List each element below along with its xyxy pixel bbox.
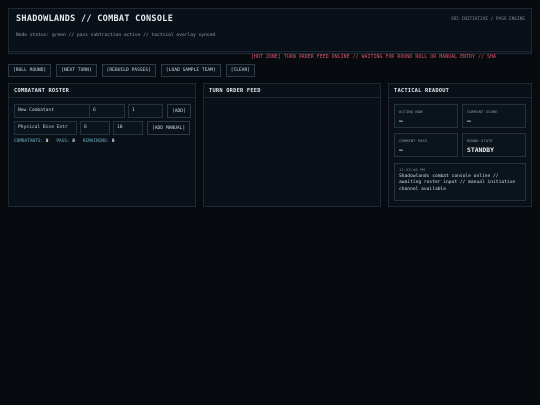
acting-now-label: ACTING NOW <box>399 109 423 114</box>
clear-button[interactable]: [CLEAR] <box>225 64 256 77</box>
page-title: SHADOWLANDS // COMBAT CONSOLE <box>16 14 174 24</box>
dice-input[interactable]: 1 <box>128 104 163 118</box>
console-log-entry: 11:23:46 PM Shadowlands combat console o… <box>394 163 526 201</box>
round-state-value: STANDBY <box>467 146 494 154</box>
tactical-readout-panel: TACTICAL READOUT ACTING NOW — CURRENT SC… <box>388 83 532 207</box>
load-sample-team-button[interactable]: [LOAD SAMPLE TEAM] <box>160 64 221 77</box>
acting-now-card: ACTING NOW — <box>394 104 458 128</box>
remaining-label: REMAINING: <box>82 139 110 144</box>
manual-dice-input[interactable]: 10 <box>113 121 143 135</box>
add-manual-button[interactable]: [ADD MANUAL] <box>147 121 191 135</box>
feed-heading: TURN ORDER FEED <box>204 84 380 98</box>
console-header: SHADOWLANDS // COMBAT CONSOLE SR5 INITIA… <box>8 8 532 60</box>
pass-count: 0 <box>72 139 75 144</box>
round-state-label: ROUND STATE <box>467 138 493 143</box>
toolbar: [ROLL ROUND] [NEXT TURN] [REBUILD PASSES… <box>8 64 256 77</box>
current-score-value: — <box>467 117 471 125</box>
roll-round-button[interactable]: [ROLL ROUND] <box>8 64 52 77</box>
alert-ticker: [HOT ZONE] TURN ORDER FEED ONLINE // WAI… <box>9 51 531 64</box>
add-button[interactable]: [ADD] <box>167 104 191 118</box>
engine-subtitle: SR5 INITIATIVE / PASS ENGINE <box>450 17 525 22</box>
round-state-card: ROUND STATE STANDBY <box>462 133 526 157</box>
next-turn-button[interactable]: [NEXT TURN] <box>56 64 97 77</box>
node-status: Node status: green // pass subtraction a… <box>16 33 216 38</box>
manual-initiative-input[interactable]: 6 <box>80 121 110 135</box>
combatants-count: 0 <box>45 139 49 144</box>
turn-order-feed-panel: TURN ORDER FEED <box>203 83 381 207</box>
manual-name-input[interactable]: Physical Dice Entr <box>14 121 77 135</box>
acting-now-value: — <box>399 117 403 125</box>
combatant-name-input[interactable]: New Combatant <box>14 104 91 118</box>
roster-stats: COMBATANTS: 0 PASS: 0 REMAINING: 0 <box>14 139 115 144</box>
log-message: Shadowlands combat console online // awa… <box>399 174 516 192</box>
current-pass-card: CURRENT PASS — <box>394 133 458 157</box>
rebuild-passes-button[interactable]: [REBUILD PASSES] <box>101 64 156 77</box>
remaining-count: 0 <box>111 139 115 144</box>
current-pass-value: — <box>399 146 403 154</box>
current-score-card: CURRENT SCORE — <box>462 104 526 128</box>
log-timestamp: 11:23:46 PM <box>399 167 425 172</box>
roster-heading: COMBATANT ROSTER <box>9 84 195 98</box>
current-pass-label: CURRENT PASS <box>399 138 428 143</box>
initiative-input[interactable]: 6 <box>89 104 125 118</box>
readout-heading: TACTICAL READOUT <box>389 84 531 98</box>
current-score-label: CURRENT SCORE <box>467 109 498 114</box>
combatant-roster-panel: COMBATANT ROSTER New Combatant 6 1 [ADD]… <box>8 83 196 207</box>
combatants-label: COMBATANTS: <box>14 139 44 144</box>
ticker-text: [HOT ZONE] TURN ORDER FEED ONLINE // WAI… <box>251 55 497 60</box>
pass-label: PASS: <box>56 139 70 144</box>
